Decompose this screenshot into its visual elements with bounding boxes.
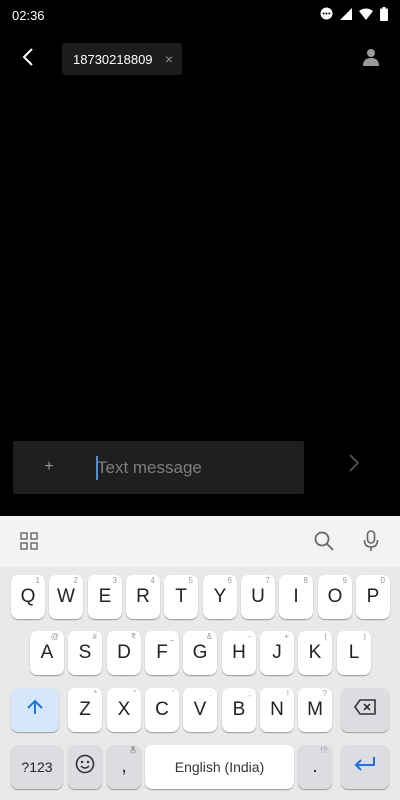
key-t[interactable]: 5T <box>164 575 198 619</box>
emoji-icon <box>75 754 95 780</box>
key-l[interactable]: ) L <box>337 631 371 675</box>
comma-key[interactable]: , <box>107 745 141 789</box>
backspace-key[interactable] <box>341 688 389 732</box>
key-q[interactable]: 1Q <box>11 575 45 619</box>
status-time: 02:36 <box>12 7 45 23</box>
more-dots-icon <box>320 7 333 23</box>
key-k[interactable]: (K <box>298 631 332 675</box>
status-icons <box>320 6 388 24</box>
close-icon[interactable]: × <box>165 51 173 67</box>
mic-hint-icon <box>130 746 136 757</box>
key-o[interactable]: 9O <box>318 575 352 619</box>
back-button[interactable] <box>10 42 46 76</box>
compose-box: + <box>13 441 304 494</box>
wifi-icon <box>359 8 373 23</box>
conversation-header: 18730218809 × <box>0 38 400 80</box>
key-b[interactable]: ; B <box>222 688 256 732</box>
key-s[interactable]: # S <box>68 631 102 675</box>
key-g[interactable]: & G <box>183 631 217 675</box>
key-n[interactable]: ! N <box>260 688 294 732</box>
key-x[interactable]: " X <box>107 688 141 732</box>
key-d[interactable]: ₹ D <box>107 631 141 675</box>
grid-menu-icon[interactable] <box>14 526 44 556</box>
message-input[interactable] <box>97 455 297 481</box>
key-j[interactable]: + J <box>260 631 294 675</box>
enter-key[interactable] <box>341 745 389 789</box>
keyboard: 1Q 2W 3E 4R 5T 6Y 7U 8I 9O 0P @ A # S ₹ D _… <box>0 516 400 800</box>
key-w[interactable]: 2W <box>49 575 83 619</box>
send-chevron-icon <box>349 453 360 477</box>
shift-arrow-icon <box>26 698 44 722</box>
back-arrow-icon <box>22 47 34 71</box>
key-p[interactable]: 0P <box>356 575 390 619</box>
symbols-key[interactable]: ?123 <box>11 745 63 789</box>
plus-icon[interactable]: + <box>41 455 57 479</box>
emoji-key[interactable] <box>68 745 102 789</box>
send-button[interactable] <box>341 450 367 480</box>
search-icon[interactable] <box>309 526 339 556</box>
space-key[interactable]: English (India) <box>145 745 294 789</box>
key-h[interactable]: -H <box>222 631 256 675</box>
key-y[interactable]: 6Y <box>203 575 237 619</box>
key-e[interactable]: 3E <box>88 575 122 619</box>
mic-icon[interactable] <box>356 526 386 556</box>
keyboard-toolbar <box>0 516 400 567</box>
backspace-icon <box>354 699 376 721</box>
key-m[interactable]: ? M <box>298 688 332 732</box>
battery-icon <box>380 6 388 24</box>
contact-person-icon <box>363 48 379 71</box>
key-z[interactable]: * Z <box>68 688 102 732</box>
key-v[interactable]: :V <box>183 688 217 732</box>
contact-button[interactable] <box>354 42 388 76</box>
signal-icon <box>340 7 352 23</box>
period-key[interactable]: !?. <box>298 745 332 789</box>
recipient-number: 18730218809 <box>73 51 153 67</box>
shift-key[interactable] <box>11 688 59 732</box>
key-u[interactable]: 7U <box>241 575 275 619</box>
enter-icon <box>354 756 376 778</box>
key-c[interactable]: ' C <box>145 688 179 732</box>
status-bar: 02:36 <box>0 0 400 30</box>
key-a[interactable]: @ A <box>30 631 64 675</box>
key-f[interactable]: _ F <box>145 631 179 675</box>
key-r[interactable]: 4R <box>126 575 160 619</box>
recipient-chip[interactable]: 18730218809 × <box>62 43 182 75</box>
key-i[interactable]: 8I <box>279 575 313 619</box>
